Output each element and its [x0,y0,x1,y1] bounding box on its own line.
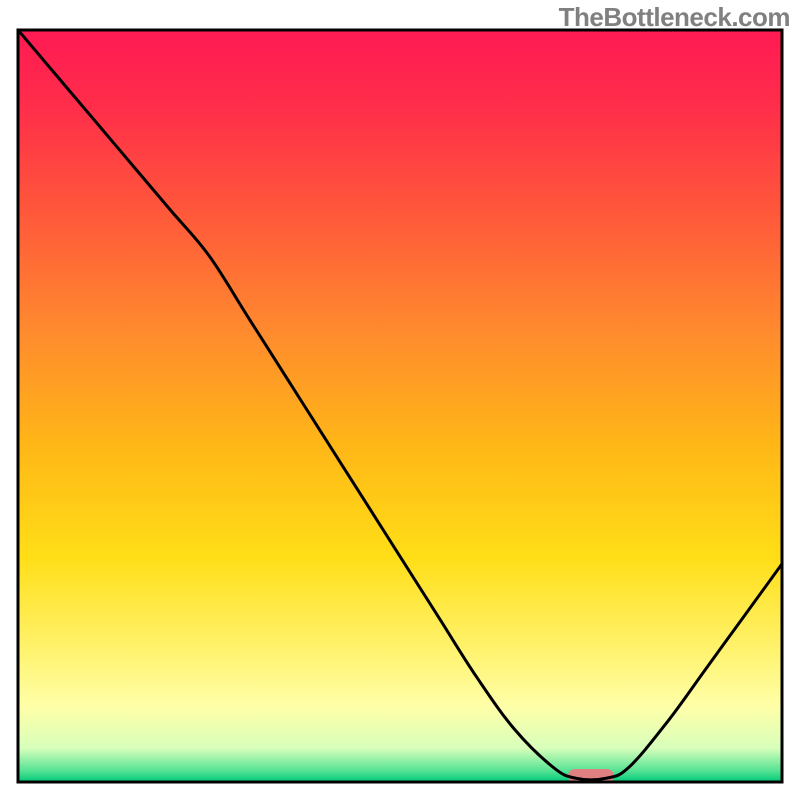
bottleneck-chart [0,0,800,800]
chart-container: TheBottleneck.com [0,0,800,800]
watermark-text: TheBottleneck.com [559,2,790,33]
plot-background [18,30,782,782]
